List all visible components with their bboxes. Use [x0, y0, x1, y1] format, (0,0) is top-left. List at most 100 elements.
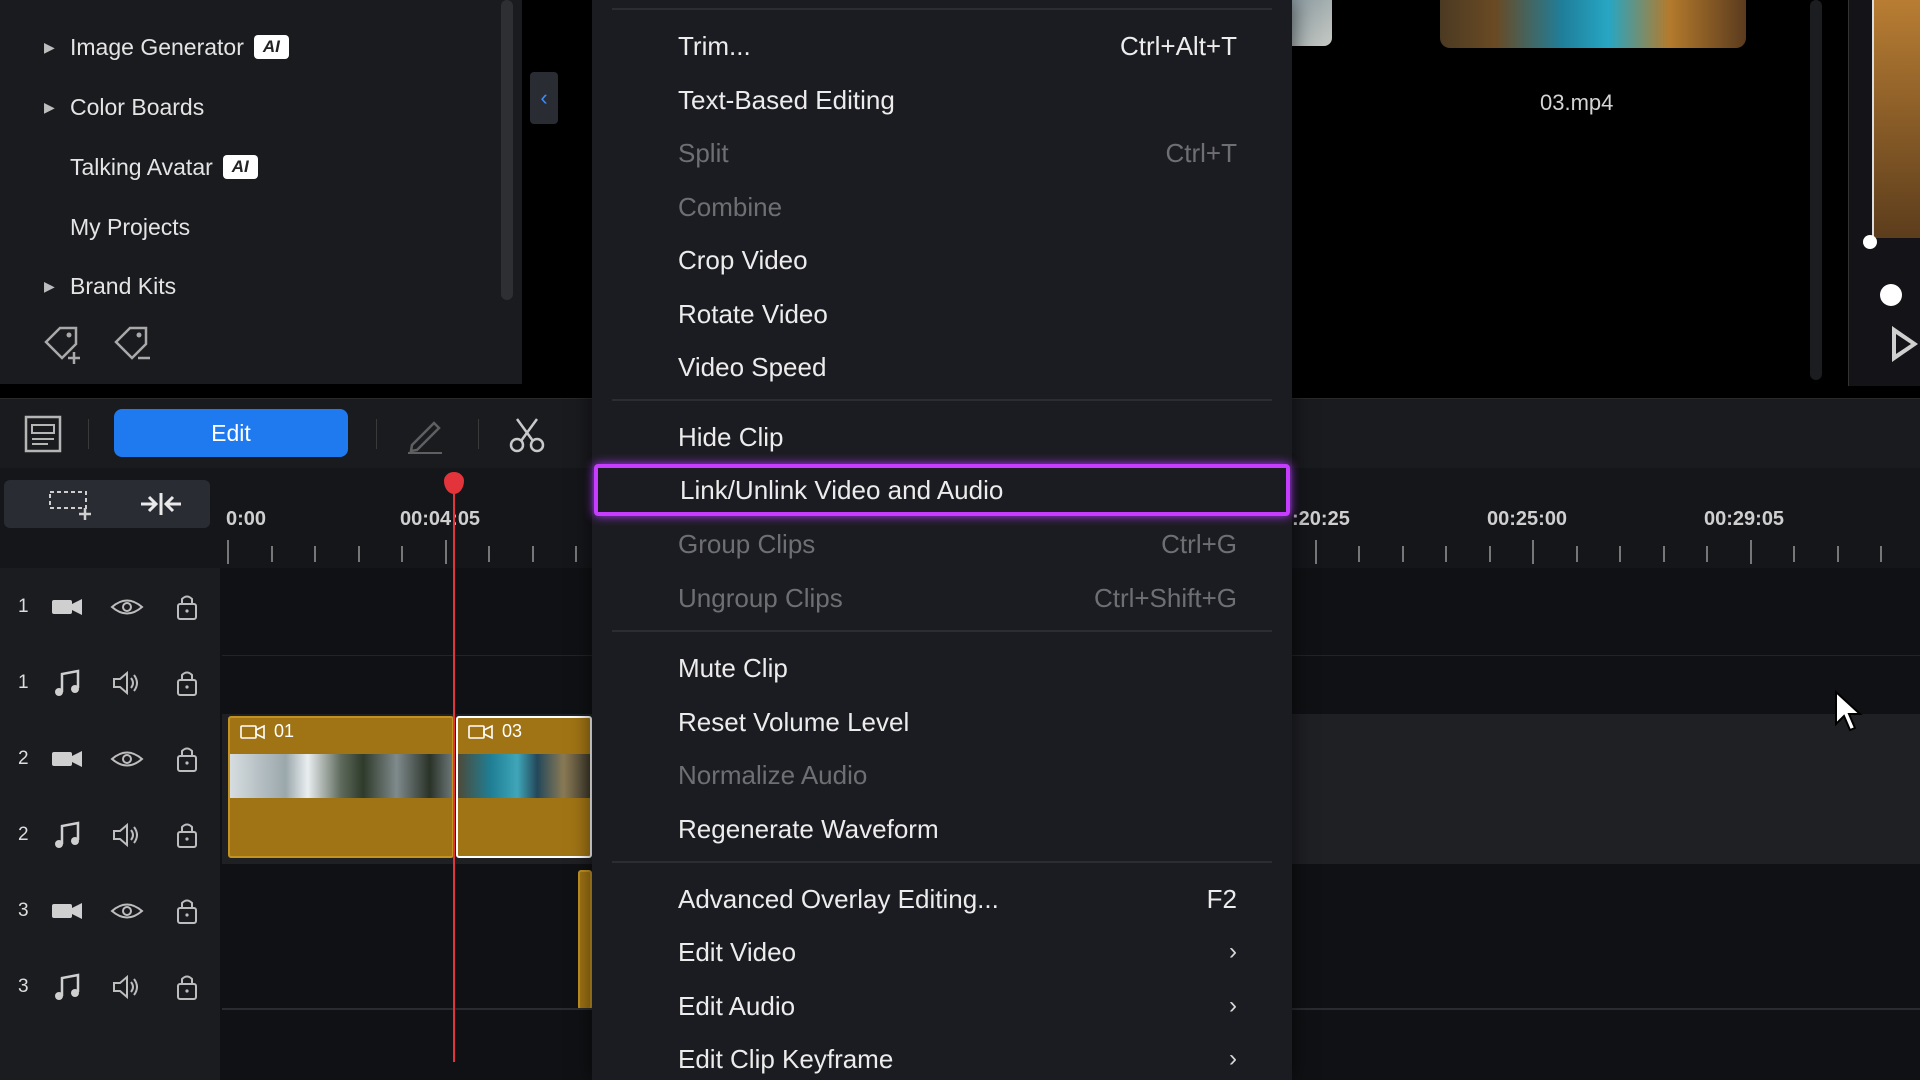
menu-item-advanced-overlay-editing[interactable]: Advanced Overlay Editing... F2 — [592, 874, 1292, 924]
speaker-icon[interactable] — [110, 820, 144, 850]
menu-item-trim[interactable]: Trim... Ctrl+Alt+T — [592, 21, 1292, 71]
video-camera-icon — [52, 903, 82, 919]
library-item-talking-avatar[interactable]: Talking Avatar AI — [44, 147, 258, 187]
music-note-icon — [55, 973, 80, 1000]
clip-thumbnails — [458, 754, 590, 798]
scissors-icon[interactable] — [506, 413, 548, 455]
menu-item-ungroup-clips[interactable]: Ungroup Clips Ctrl+Shift+G — [592, 573, 1292, 623]
timeline-clip-track-3[interactable] — [578, 870, 592, 1010]
lock-icon[interactable] — [170, 668, 204, 698]
menu-item-normalize-audio[interactable]: Normalize Audio — [592, 750, 1292, 800]
ruler-tick — [1836, 546, 1839, 562]
speaker-icon[interactable] — [110, 668, 144, 698]
player-progress-knob[interactable] — [1880, 284, 1902, 306]
collapse-panel-button[interactable]: ‹ — [530, 72, 558, 124]
media-thumbnail-03[interactable] — [1440, 0, 1746, 48]
menu-item-rotate-video[interactable]: Rotate Video — [592, 289, 1292, 339]
lock-icon[interactable] — [170, 820, 204, 850]
eye-icon[interactable] — [110, 896, 144, 926]
ai-badge: AI — [222, 155, 258, 179]
ruler-tick — [1532, 540, 1534, 564]
lock-icon[interactable] — [170, 592, 204, 622]
menu-shortcut: Ctrl+G — [1161, 528, 1237, 559]
menu-item-label: Split — [678, 137, 729, 168]
menu-item-regenerate-waveform[interactable]: Regenerate Waveform — [592, 804, 1292, 854]
menu-item-text-based-editing[interactable]: Text-Based Editing — [592, 75, 1292, 125]
clip-label: 01 — [274, 721, 295, 741]
edit-button[interactable]: Edit — [114, 409, 348, 457]
ruler-label: 00:25:00 — [1487, 508, 1568, 530]
menu-item-edit-video[interactable]: Edit Video › — [592, 927, 1292, 977]
eye-icon[interactable] — [110, 592, 144, 622]
menu-item-label: Regenerate Waveform — [678, 813, 939, 844]
menu-item-link-unlink-video-audio[interactable]: Link/Unlink Video and Audio — [594, 464, 1290, 516]
ruler-tick — [531, 546, 534, 562]
library-item-label: Color Boards — [70, 93, 205, 120]
menu-item-combine[interactable]: Combine — [592, 182, 1292, 232]
ruler-tick — [314, 546, 316, 562]
menu-item-label: Mute Clip — [678, 652, 788, 683]
expand-caret-icon: ▶ — [44, 38, 55, 55]
ruler-tick — [1749, 540, 1752, 564]
library-scrollbar[interactable] — [501, 0, 513, 300]
storyboard-icon[interactable] — [22, 413, 64, 455]
video-camera-icon — [52, 599, 82, 615]
video-camera-icon — [52, 751, 82, 767]
library-item-brand-kits[interactable]: ▶ Brand Kits — [44, 266, 176, 306]
playhead-line[interactable] — [453, 488, 455, 1062]
ruler-label: :20:25 — [1292, 508, 1350, 530]
lock-icon[interactable] — [170, 744, 204, 774]
ruler-tick — [1619, 546, 1621, 562]
player-crop-handle[interactable] — [1863, 235, 1877, 249]
ruler-tick — [227, 540, 229, 564]
library-item-label: My Projects — [70, 213, 191, 240]
timeline-clip-03[interactable]: 03 — [456, 716, 592, 858]
music-note-icon — [55, 821, 80, 848]
menu-shortcut: F2 — [1206, 883, 1237, 914]
lock-icon[interactable] — [170, 972, 204, 1002]
timeline-clip-01[interactable]: 01 — [228, 716, 454, 858]
menu-item-hide-clip[interactable]: Hide Clip — [592, 412, 1292, 462]
add-tag-icon[interactable] — [40, 322, 86, 366]
library-item-label: Image Generator — [70, 33, 244, 60]
media-library-panel: ▶ Image Generator AI ▶ Color Boards Talk… — [0, 0, 522, 384]
ai-badge: AI — [253, 35, 289, 59]
lock-icon[interactable] — [170, 896, 204, 926]
ruler-tick — [270, 546, 273, 562]
menu-item-label: Rotate Video — [678, 298, 828, 329]
snap-button[interactable] — [112, 480, 210, 528]
media-scrollbar[interactable] — [1810, 0, 1822, 380]
menu-item-edit-audio[interactable]: Edit Audio › — [592, 981, 1292, 1031]
clip-label: 03 — [502, 721, 523, 741]
speaker-icon[interactable] — [110, 972, 144, 1002]
pen-icon[interactable] — [404, 413, 446, 455]
library-item-my-projects[interactable]: My Projects — [44, 207, 190, 247]
menu-item-mute-clip[interactable]: Mute Clip — [592, 643, 1292, 693]
menu-item-video-speed[interactable]: Video Speed — [592, 342, 1292, 392]
menu-item-reset-volume-level[interactable]: Reset Volume Level — [592, 697, 1292, 747]
eye-icon[interactable] — [110, 744, 144, 774]
ruler-tick — [1445, 546, 1447, 562]
menu-item-split[interactable]: Split Ctrl+T — [592, 128, 1292, 178]
remove-tag-icon[interactable] — [110, 322, 156, 366]
menu-item-crop-video[interactable]: Crop Video — [592, 235, 1292, 285]
menu-shortcut: Ctrl+Shift+G — [1093, 582, 1237, 613]
ruler-tick — [1488, 546, 1491, 562]
library-item-color-boards[interactable]: ▶ Color Boards — [44, 87, 204, 127]
ruler-tick — [444, 540, 447, 564]
library-item-image-generator[interactable]: ▶ Image Generator AI — [44, 27, 289, 67]
menu-item-label: Crop Video — [678, 244, 808, 275]
menu-item-edit-clip-keyframe[interactable]: Edit Clip Keyframe › — [592, 1034, 1292, 1080]
menu-item-label: Edit Video — [678, 936, 797, 967]
media-thumbnail[interactable] — [1290, 0, 1332, 46]
ruler-tick — [1706, 546, 1708, 562]
menu-item-group-clips[interactable]: Group Clips Ctrl+G — [592, 519, 1292, 569]
snap-icon — [141, 493, 181, 515]
ruler-label: 0:00 — [226, 508, 267, 530]
menu-separator — [612, 630, 1272, 632]
menu-item-label: Advanced Overlay Editing... — [678, 883, 999, 914]
ruler-tick — [1314, 540, 1317, 564]
ruler-label: 00:29:05 — [1704, 508, 1785, 530]
menu-item-label: Text-Based Editing — [678, 84, 895, 115]
menu-item-label: Ungroup Clips — [678, 582, 843, 613]
